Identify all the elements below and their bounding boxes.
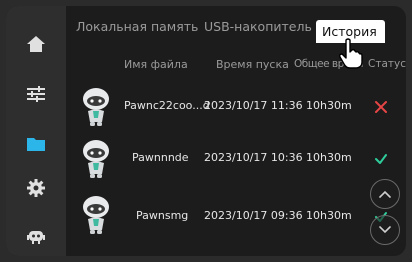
- total-time: 10h30m: [306, 151, 352, 164]
- robot-avatar-icon: [83, 196, 109, 234]
- tab-usb-drive[interactable]: USB-накопитель: [204, 19, 312, 34]
- start-time: 2023/10/17 09:36: [204, 209, 303, 222]
- app-frame: Локальная память USB-накопитель История …: [6, 6, 406, 256]
- sidebar: [6, 6, 66, 256]
- sliders-icon: [27, 86, 45, 102]
- table-row[interactable]: Pawnc22coo...d 2023/10/17 11:36 10h30m: [66, 78, 406, 134]
- column-start-time: Время пуска: [216, 58, 289, 71]
- robot-avatar-icon: [83, 88, 109, 126]
- scroll-up-button[interactable]: [370, 179, 400, 209]
- table-row[interactable]: Pawnnnde 2023/10/17 10:36 10h30m: [66, 130, 406, 186]
- folder-icon: [27, 138, 45, 151]
- tab-local-memory[interactable]: Локальная память: [76, 19, 198, 34]
- settings-sliders-button[interactable]: [20, 78, 52, 110]
- robot-button[interactable]: [20, 220, 52, 252]
- home-button[interactable]: [20, 28, 52, 60]
- start-time: 2023/10/17 11:36: [204, 99, 303, 112]
- files-button[interactable]: [20, 128, 52, 160]
- total-time: 10h30m: [306, 99, 352, 112]
- file-name: Pawnnnde: [132, 151, 189, 164]
- column-file-name: Имя файла: [124, 58, 188, 71]
- chevron-down-icon: [379, 226, 391, 234]
- table-row[interactable]: Pawnsmg 2023/10/17 09:36 10h30m: [66, 186, 406, 242]
- success-check-icon: [375, 154, 387, 164]
- robot-avatar-icon: [83, 140, 109, 178]
- file-name: Pawnc22coo...d: [124, 99, 210, 112]
- robot-icon: [27, 231, 45, 244]
- hand-cursor-icon: [339, 38, 363, 69]
- start-time: 2023/10/17 10:36: [204, 151, 303, 164]
- gear-icon: [27, 179, 45, 197]
- total-time: 10h30m: [306, 209, 352, 222]
- column-status: Статус: [368, 58, 406, 70]
- home-icon: [27, 36, 45, 52]
- chevron-up-icon: [379, 190, 391, 198]
- file-name: Pawnsmg: [136, 209, 189, 222]
- scroll-down-button[interactable]: [370, 215, 400, 245]
- settings-button[interactable]: [20, 172, 52, 204]
- error-x-icon: [375, 101, 387, 113]
